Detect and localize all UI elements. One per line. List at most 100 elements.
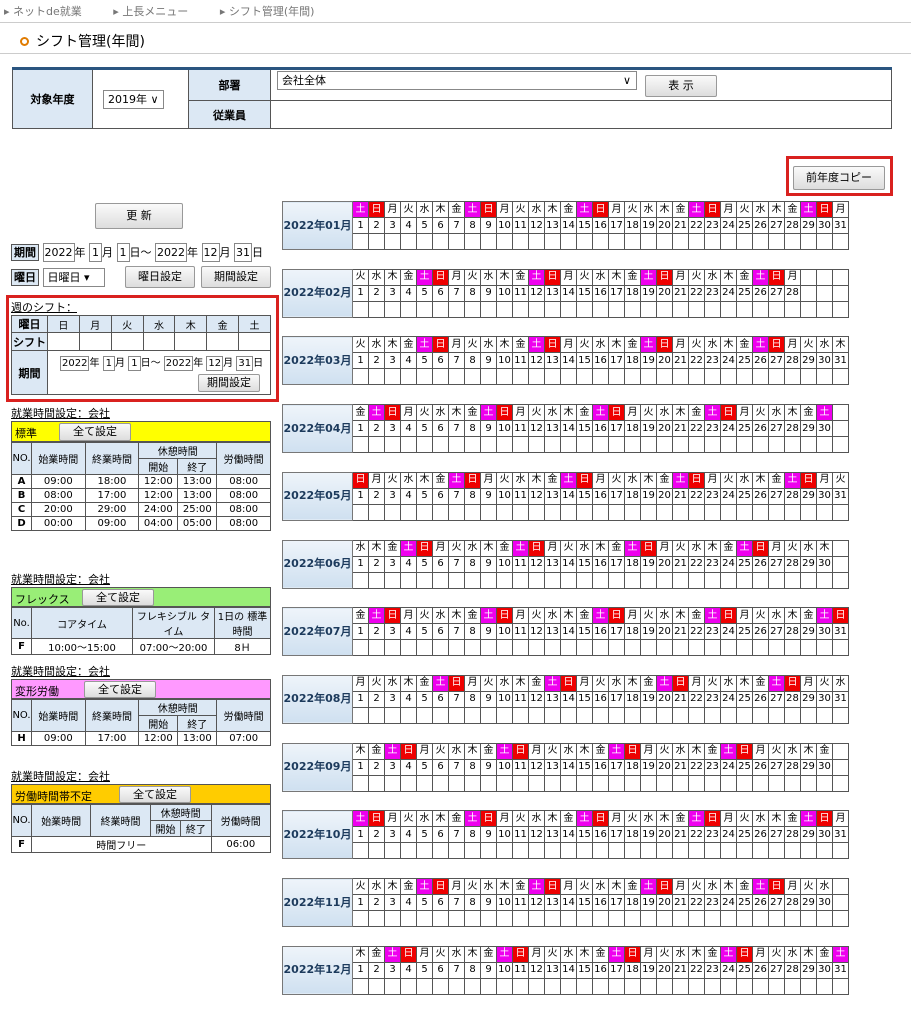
shift-cell[interactable] [656, 774, 673, 792]
shift-cell[interactable] [688, 842, 705, 860]
shift-cell[interactable] [592, 571, 609, 589]
shift-cell[interactable] [720, 436, 737, 454]
shift-cell[interactable] [352, 639, 369, 657]
shift-cell[interactable] [480, 910, 497, 927]
shift-cell[interactable] [656, 233, 673, 250]
shift-cell[interactable] [368, 571, 385, 589]
shift-cell[interactable] [768, 639, 785, 657]
shift-cell[interactable] [688, 706, 705, 724]
shift-cell[interactable] [736, 639, 753, 657]
show-button[interactable]: 表 示 [645, 75, 717, 97]
shift-cell[interactable] [448, 233, 465, 250]
shift-cell[interactable] [832, 571, 849, 589]
shift-cell[interactable] [496, 233, 513, 250]
shift-cell[interactable] [368, 436, 385, 454]
shift-cell[interactable] [448, 300, 465, 318]
update-button[interactable]: 更 新 [95, 203, 183, 229]
shift-cell[interactable] [672, 639, 689, 657]
shift-cell[interactable] [544, 368, 561, 386]
shift-cell[interactable] [752, 436, 769, 454]
shift-cell[interactable] [768, 436, 785, 454]
shift-cell[interactable] [624, 774, 641, 792]
shift-cell[interactable] [800, 910, 817, 927]
shift-cell[interactable] [480, 368, 497, 386]
shift-cell[interactable] [560, 706, 577, 724]
shift-cell[interactable] [448, 842, 465, 860]
shift-cell[interactable] [384, 977, 401, 995]
shift-cell[interactable] [496, 571, 513, 589]
shift-cell[interactable] [416, 842, 433, 860]
shift-cell[interactable] [752, 910, 769, 927]
shift-cell[interactable] [752, 842, 769, 860]
shift-cell[interactable] [656, 571, 673, 589]
shift-cell[interactable] [592, 368, 609, 386]
shift-cell[interactable] [736, 977, 753, 995]
shift-cell[interactable] [384, 436, 401, 454]
shift-cell[interactable] [448, 706, 465, 724]
shift-cell[interactable] [400, 639, 417, 657]
shift-cell[interactable] [704, 300, 721, 318]
shift-cell[interactable] [832, 233, 849, 250]
shift-cell[interactable] [720, 300, 737, 318]
shift-cell[interactable] [480, 436, 497, 454]
shift-cell[interactable] [352, 368, 369, 386]
shift-cell[interactable] [448, 503, 465, 521]
shift-cell[interactable] [704, 368, 721, 386]
shift-cell[interactable] [736, 706, 753, 724]
shift-cell[interactable] [464, 233, 481, 250]
shift-cell[interactable] [400, 300, 417, 318]
shift-cell[interactable] [464, 706, 481, 724]
shift-cell[interactable] [576, 706, 593, 724]
shift-cell[interactable] [608, 503, 625, 521]
shift-cell[interactable] [352, 977, 369, 995]
shift-cell[interactable] [720, 571, 737, 589]
shift-cell[interactable] [640, 233, 657, 250]
shift-cell[interactable] [432, 774, 449, 792]
shift-cell[interactable] [352, 503, 369, 521]
shift-cell[interactable] [832, 706, 849, 724]
shift-cell[interactable] [592, 503, 609, 521]
shift-cell[interactable] [736, 436, 753, 454]
shift-cell[interactable] [608, 774, 625, 792]
shift-cell[interactable] [368, 977, 385, 995]
weekly-period-set-button[interactable]: 期間設定 [198, 374, 260, 392]
shift-cell[interactable] [528, 774, 545, 792]
weekly-end-day[interactable]: 31 [236, 356, 254, 371]
shift-cell[interactable] [576, 842, 593, 860]
shift-cell[interactable] [480, 571, 497, 589]
shift-cell[interactable] [672, 910, 689, 927]
shift-cell[interactable] [544, 842, 561, 860]
shift-cell[interactable] [720, 910, 737, 927]
shift-cell[interactable] [512, 503, 529, 521]
shift-cell[interactable] [480, 639, 497, 657]
shift-cell[interactable] [432, 368, 449, 386]
shift-cell[interactable] [400, 571, 417, 589]
shift-cell[interactable] [768, 300, 785, 318]
shift-cell[interactable] [688, 503, 705, 521]
weekly-shift-cell[interactable] [142, 332, 176, 351]
shift-cell[interactable] [704, 706, 721, 724]
weekday-select[interactable]: 日曜日 ▾ [42, 268, 105, 287]
shift-cell[interactable] [672, 436, 689, 454]
shift-cell[interactable] [608, 842, 625, 860]
shift-cell[interactable] [704, 977, 721, 995]
shift-cell[interactable] [656, 503, 673, 521]
shift-cell[interactable] [688, 774, 705, 792]
shift-cell[interactable] [592, 842, 609, 860]
shift-cell[interactable] [400, 774, 417, 792]
shift-cell[interactable] [656, 368, 673, 386]
shift-cell[interactable] [560, 910, 577, 927]
shift-cell[interactable] [400, 910, 417, 927]
shift-cell[interactable] [496, 300, 513, 318]
shift-cell[interactable] [448, 774, 465, 792]
period-set-button[interactable]: 期間設定 [201, 266, 271, 288]
shift-cell[interactable] [464, 368, 481, 386]
shift-cell[interactable] [816, 436, 833, 454]
shift-cell[interactable] [656, 842, 673, 860]
shift-cell[interactable] [768, 910, 785, 927]
shift-cell[interactable] [496, 436, 513, 454]
weekly-end-month[interactable]: 12 [206, 356, 224, 371]
weekly-shift-cell[interactable] [47, 332, 80, 351]
shift-cell[interactable] [608, 233, 625, 250]
period-start-month[interactable]: 1 [89, 243, 102, 262]
